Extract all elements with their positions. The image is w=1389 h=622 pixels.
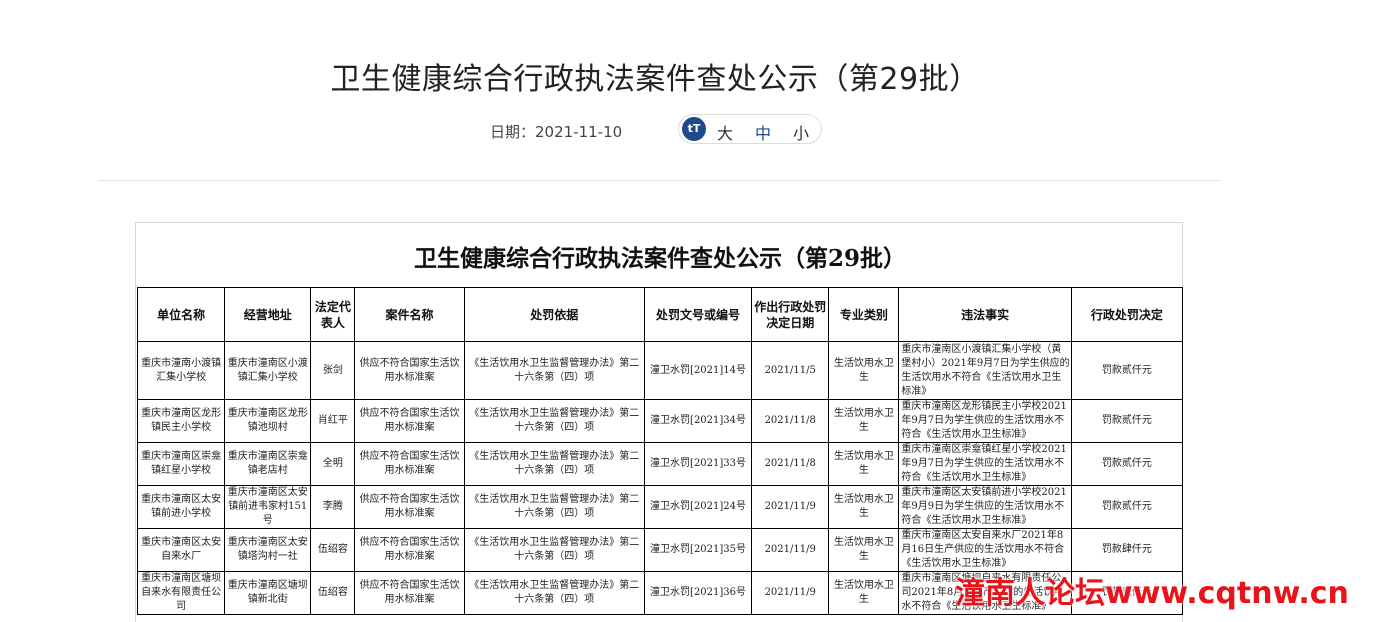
cell-decision-date: 2021/11/5 bbox=[751, 341, 830, 400]
header-penalty-number: 处罚文号或编号 bbox=[643, 287, 753, 342]
cases-table: 单位名称 经营地址 法定代表人 案件名称 处罚依据 处罚文号或编号 作出行政处罚… bbox=[136, 287, 1184, 615]
cell-case-name: 供应不符合国家生活饮用水标准案 bbox=[354, 485, 465, 529]
header-category: 专业类别 bbox=[828, 287, 900, 342]
font-size-small-button[interactable]: 小 bbox=[793, 120, 809, 144]
cell-legal-rep: 伍绍容 bbox=[310, 528, 356, 572]
cell-penalty-number: 潼卫水罚[2021]24号 bbox=[643, 485, 753, 529]
cell-address: 重庆市潼南区崇龛镇老店村 bbox=[224, 442, 312, 486]
cell-address: 重庆市潼南区塘坝镇新北街 bbox=[224, 571, 312, 615]
cell-address: 重庆市潼南区太安镇前进韦家村151号 bbox=[224, 485, 312, 529]
cell-penalty-decision: 罚款贰仟元 bbox=[1070, 399, 1184, 443]
cell-violation-facts: 重庆市潼南区太安镇前进小学校2021年9月9日为学生供应的生活饮用水不符合《生活… bbox=[898, 485, 1072, 529]
cell-penalty-number: 潼卫水罚[2021]36号 bbox=[643, 571, 753, 615]
cell-violation-facts: 重庆市潼南区崇龛镇红星小学校2021年9月7日为学生供应的生活饮用水不符合《生活… bbox=[898, 442, 1072, 486]
cell-decision-date: 2021/11/9 bbox=[751, 528, 830, 572]
cell-legal-basis: 《生活饮用水卫生监督管理办法》第二十六条第（四）项 bbox=[463, 528, 645, 572]
cell-penalty-decision: 罚款肆仟元 bbox=[1070, 528, 1184, 572]
cell-decision-date: 2021/11/8 bbox=[751, 442, 830, 486]
cell-legal-basis: 《生活饮用水卫生监督管理办法》第二十六条第（四）项 bbox=[463, 571, 645, 615]
header-unit-name: 单位名称 bbox=[136, 287, 226, 342]
cell-penalty-number: 潼卫水罚[2021]33号 bbox=[643, 442, 753, 486]
cell-address: 重庆市潼南区小渡镇汇集小学校 bbox=[224, 341, 312, 400]
header-penalty-decision: 行政处罚决定 bbox=[1070, 287, 1184, 342]
cell-category: 生活饮用水卫生 bbox=[828, 528, 900, 572]
table-row: 重庆市潼南区太安镇前进小学校 重庆市潼南区太安镇前进韦家村151号 李腾 供应不… bbox=[136, 485, 1184, 529]
cell-violation-facts: 重庆市潼南区太安自来水厂2021年8月16日生产供应的生活饮用水不符合《生活饮用… bbox=[898, 528, 1072, 572]
font-size-medium-button[interactable]: 中 bbox=[755, 120, 771, 144]
cell-case-name: 供应不符合国家生活饮用水标准案 bbox=[354, 528, 465, 572]
cell-address: 重庆市潼南区太安镇塔沟村一社 bbox=[224, 528, 312, 572]
meta-bar: 日期：2021-11-10 tT 大 中 小 bbox=[490, 114, 850, 146]
table-row: 重庆市潼南区崇龛镇红星小学校 重庆市潼南区崇龛镇老店村 全明 供应不符合国家生活… bbox=[136, 442, 1184, 486]
cell-penalty-decision: 罚款贰仟元 bbox=[1070, 341, 1184, 400]
cell-legal-rep: 张剑 bbox=[310, 341, 356, 400]
cell-penalty-decision: 罚款贰仟元 bbox=[1070, 485, 1184, 529]
header-legal-rep: 法定代表人 bbox=[310, 287, 356, 342]
cell-decision-date: 2021/11/8 bbox=[751, 399, 830, 443]
cell-legal-rep: 肖红平 bbox=[310, 399, 356, 443]
font-size-icon: tT bbox=[682, 117, 706, 141]
table-header-row: 单位名称 经营地址 法定代表人 案件名称 处罚依据 处罚文号或编号 作出行政处罚… bbox=[136, 287, 1184, 342]
cell-category: 生活饮用水卫生 bbox=[828, 485, 900, 529]
header-address: 经营地址 bbox=[224, 287, 312, 342]
cell-legal-rep: 伍绍容 bbox=[310, 571, 356, 615]
cell-unit-name: 重庆市潼南区太安镇前进小学校 bbox=[136, 485, 226, 529]
cell-category: 生活饮用水卫生 bbox=[828, 341, 900, 400]
cell-violation-facts: 重庆市潼南区龙形镇民主小学校2021年9月7日为学生供应的生活饮用水不符合《生活… bbox=[898, 399, 1072, 443]
cell-unit-name: 重庆市潼南区龙形镇民主小学校 bbox=[136, 399, 226, 443]
cell-unit-name: 重庆市潼南区塘坝自来水有限责任公司 bbox=[136, 571, 226, 615]
header-violation-facts: 违法事实 bbox=[898, 287, 1072, 342]
table-row: 重庆市潼南小渡镇汇集小学校 重庆市潼南区小渡镇汇集小学校 张剑 供应不符合国家生… bbox=[136, 341, 1184, 400]
cell-penalty-decision: 罚款贰仟元 bbox=[1070, 442, 1184, 486]
cell-penalty-number: 潼卫水罚[2021]34号 bbox=[643, 399, 753, 443]
header-legal-basis: 处罚依据 bbox=[463, 287, 645, 342]
cell-decision-date: 2021/11/9 bbox=[751, 571, 830, 615]
cell-legal-basis: 《生活饮用水卫生监督管理办法》第二十六条第（四）项 bbox=[463, 442, 645, 486]
cell-violation-facts: 重庆市潼南区小渡镇汇集小学校（黄堡村小）2021年9月7日为学生供应的生活饮用水… bbox=[898, 341, 1072, 400]
cell-category: 生活饮用水卫生 bbox=[828, 571, 900, 615]
cell-penalty-number: 潼卫水罚[2021]14号 bbox=[643, 341, 753, 400]
cell-legal-basis: 《生活饮用水卫生监督管理办法》第二十六条第（四）项 bbox=[463, 341, 645, 400]
cell-unit-name: 重庆市潼南小渡镇汇集小学校 bbox=[136, 341, 226, 400]
header-decision-date: 作出行政处罚决定日期 bbox=[751, 287, 830, 342]
document-title: 卫生健康综合行政执法案件查处公示（第29批） bbox=[413, 245, 906, 272]
cell-case-name: 供应不符合国家生活饮用水标准案 bbox=[354, 571, 465, 615]
cell-address: 重庆市潼南区龙形镇池坝村 bbox=[224, 399, 312, 443]
document-image: 卫生健康综合行政执法案件查处公示（第29批） 单位名称 经营地址 法定代表人 案… bbox=[135, 222, 1184, 622]
font-size-large-button[interactable]: 大 bbox=[717, 120, 733, 144]
cell-legal-rep: 李腾 bbox=[310, 485, 356, 529]
forum-watermark: 潼南人论坛www.cqtnw.cn bbox=[955, 576, 1349, 611]
table-row: 重庆市潼南区龙形镇民主小学校 重庆市潼南区龙形镇池坝村 肖红平 供应不符合国家生… bbox=[136, 399, 1184, 443]
cell-case-name: 供应不符合国家生活饮用水标准案 bbox=[354, 341, 465, 400]
cell-case-name: 供应不符合国家生活饮用水标准案 bbox=[354, 442, 465, 486]
table-row: 重庆市潼南区太安自来水厂 重庆市潼南区太安镇塔沟村一社 伍绍容 供应不符合国家生… bbox=[136, 528, 1184, 572]
cell-category: 生活饮用水卫生 bbox=[828, 442, 900, 486]
header-case-name: 案件名称 bbox=[354, 287, 465, 342]
publish-date: 日期：2021-11-10 bbox=[490, 123, 623, 141]
page-title: 卫生健康综合行政执法案件查处公示（第29批） bbox=[330, 62, 980, 97]
cell-category: 生活饮用水卫生 bbox=[828, 399, 900, 443]
cell-legal-basis: 《生活饮用水卫生监督管理办法》第二十六条第（四）项 bbox=[463, 485, 645, 529]
font-size-control: tT 大 中 小 bbox=[678, 114, 822, 144]
cell-legal-rep: 全明 bbox=[310, 442, 356, 486]
cell-penalty-number: 潼卫水罚[2021]35号 bbox=[643, 528, 753, 572]
header-divider bbox=[98, 180, 1220, 181]
cell-unit-name: 重庆市潼南区崇龛镇红星小学校 bbox=[136, 442, 226, 486]
cell-case-name: 供应不符合国家生活饮用水标准案 bbox=[354, 399, 465, 443]
cell-unit-name: 重庆市潼南区太安自来水厂 bbox=[136, 528, 226, 572]
cell-legal-basis: 《生活饮用水卫生监督管理办法》第二十六条第（四）项 bbox=[463, 399, 645, 443]
cell-decision-date: 2021/11/9 bbox=[751, 485, 830, 529]
